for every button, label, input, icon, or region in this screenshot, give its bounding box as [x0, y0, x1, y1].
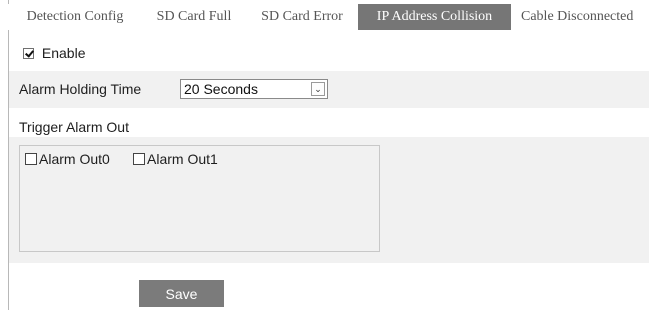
tab-label: SD Card Full: [156, 9, 232, 24]
alarm-out0-option[interactable]: Alarm Out0: [25, 151, 110, 167]
trigger-alarm-out-label: Trigger Alarm Out: [19, 119, 129, 135]
alarm-holding-label: Alarm Holding Time: [19, 81, 142, 97]
tab-label: Detection Config: [26, 9, 124, 24]
tab-cable-disconnected[interactable]: Cable Disconnected: [511, 4, 649, 30]
alarm-out-list: Alarm Out0 Alarm Out1: [19, 145, 380, 252]
alarm-holding-value: 20 Seconds: [184, 81, 258, 97]
alarm-out-panel: Alarm Out0 Alarm Out1: [9, 137, 649, 263]
enable-checkbox-label[interactable]: Enable: [23, 45, 85, 61]
tab-detection-config[interactable]: Detection Config: [8, 4, 142, 30]
alarm-out0-label: Alarm Out0: [39, 151, 110, 167]
enable-row: Enable: [9, 38, 649, 68]
alarm-out1-checkbox[interactable]: [133, 153, 145, 165]
tab-label: SD Card Error: [261, 9, 343, 24]
alarm-out1-label: Alarm Out1: [147, 151, 218, 167]
alarm-out1-option[interactable]: Alarm Out1: [133, 151, 218, 167]
tab-sd-card-full[interactable]: SD Card Full: [142, 4, 246, 30]
save-button[interactable]: Save: [139, 280, 224, 307]
alarm-out0-checkbox[interactable]: [25, 153, 37, 165]
tab-sd-card-error[interactable]: SD Card Error: [246, 4, 358, 30]
tab-label: Cable Disconnected: [521, 9, 634, 24]
tab-bar: Detection Config SD Card Full SD Card Er…: [8, 4, 649, 30]
alarm-holding-row: Alarm Holding Time 20 Seconds ⌄: [9, 71, 649, 108]
alarm-holding-select[interactable]: 20 Seconds ⌄: [180, 79, 328, 99]
tab-ip-address-collision[interactable]: IP Address Collision: [358, 4, 511, 30]
tab-label: IP Address Collision: [376, 9, 493, 24]
enable-checkbox[interactable]: [23, 48, 34, 59]
enable-label: Enable: [41, 45, 86, 61]
chevron-down-icon[interactable]: ⌄: [311, 82, 325, 96]
